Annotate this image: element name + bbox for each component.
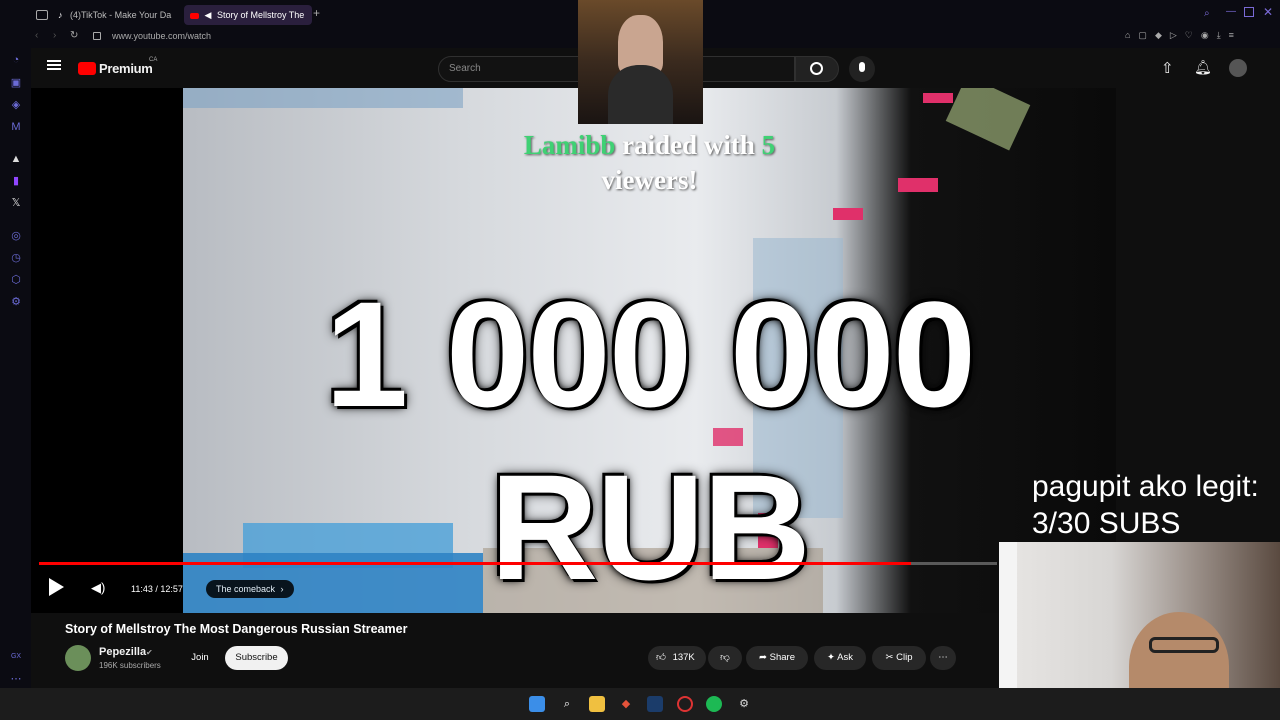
join-button[interactable]: Join [183, 646, 217, 670]
upload-icon[interactable]: ⇧ [1161, 59, 1174, 77]
raid-count: 5 [761, 130, 776, 160]
maximize-icon[interactable] [1244, 7, 1254, 17]
video-player[interactable]: Lamibb raided with 5 viewers! 1 000 000 … [31, 88, 1116, 613]
toolbar-icons[interactable]: ⌂▢◆▷♡◉⤓≡ [1125, 30, 1242, 41]
search-button[interactable] [795, 56, 839, 82]
tab-tiktok[interactable]: ♪ (4)TikTok - Make Your Da [58, 5, 176, 25]
sidebar-gx-icon[interactable]: GX [9, 650, 23, 664]
windows-start-icon[interactable] [529, 696, 545, 712]
sidebar-cube-icon[interactable]: ⬡ [9, 273, 23, 287]
minimize-icon[interactable]: — [1226, 6, 1236, 17]
youtube-logo-icon[interactable] [78, 62, 96, 75]
chevron-right-icon: › [280, 584, 284, 594]
sidebar-settings-icon[interactable]: ⚙ [9, 295, 23, 309]
sidebar-x-icon[interactable]: 𝕏 [9, 196, 23, 210]
brave-icon[interactable]: ◆ [618, 696, 634, 712]
more-actions-button[interactable]: ⋯ [930, 646, 956, 670]
voice-search-button[interactable] [849, 56, 875, 82]
chapter-label: The comeback [216, 584, 276, 594]
thumbs-up-icon: 👍︎ [656, 652, 666, 663]
sidebar-m-icon[interactable]: M [9, 120, 23, 134]
raid-text-2: viewers! [601, 165, 698, 195]
subscriber-count: 196K subscribers [99, 661, 161, 670]
tab-youtube[interactable]: ◀ Story of Mellstroy The [184, 5, 312, 25]
join-label: Join [191, 652, 209, 663]
reload-icon[interactable]: ↻ [70, 30, 78, 41]
search-placeholder: Search [449, 63, 481, 74]
stream-overlay-text: pagupit ako legit: 3/30 SUBS [1032, 468, 1259, 542]
opera-sidebar: ◔ ▣ ◈ M ▲ ▮ 𝕏 ◎ ◷ ⬡ ⚙ GX ⋯ [0, 0, 31, 692]
tab-label: (4)TikTok - Make Your Da [70, 10, 172, 20]
taskbar: ⌕ ◆ ⚙ [0, 688, 1280, 720]
video-frame: Lamibb raided with 5 viewers! 1 000 000 … [183, 88, 1116, 613]
search-icon [810, 62, 823, 75]
verified-icon: ✔ [146, 648, 153, 657]
play-button[interactable] [49, 578, 64, 596]
file-explorer-icon[interactable] [589, 696, 605, 712]
sidebar-bag-icon[interactable]: ▣ [9, 76, 23, 90]
opera-gx-icon[interactable] [677, 696, 693, 712]
tab-label: Story of Mellstroy The [216, 10, 305, 20]
back-icon[interactable]: ‹ [35, 30, 38, 41]
channel-name[interactable]: Pepezilla [99, 646, 146, 658]
hamburger-icon[interactable] [47, 60, 61, 70]
youtube-logo[interactable]: Premium [99, 61, 153, 76]
video-title: Story of Mellstroy The Most Dangerous Ru… [65, 622, 408, 636]
forward-icon[interactable]: › [53, 30, 56, 41]
webcam-overlay-top [578, 0, 703, 124]
youtube-icon [190, 12, 199, 19]
taskbar-search-icon[interactable]: ⌕ [559, 696, 575, 712]
steam-icon[interactable] [647, 696, 663, 712]
bell-icon[interactable]: 🔔︎ [1194, 59, 1212, 76]
settings-icon[interactable]: ⚙ [736, 696, 752, 712]
clip-button[interactable]: ✂ Clip [872, 646, 926, 670]
progress-fill [39, 562, 911, 565]
raid-alert: Lamibb raided with 5 viewers! [183, 128, 1116, 198]
raid-user: Lamibb [523, 130, 616, 160]
sidebar-aria-icon[interactable]: ▲ [9, 152, 23, 166]
sidebar-clock-icon[interactable]: ◷ [9, 251, 23, 265]
ask-button[interactable]: ✦ Ask [814, 646, 866, 670]
dislike-button[interactable]: 👎︎ [708, 646, 742, 670]
sidebar-twitch-icon[interactable]: ▮ [9, 174, 23, 188]
search-tabs-icon[interactable]: ⌕ [1204, 8, 1210, 19]
time-display: 11:43 / 12:57 [131, 584, 183, 594]
sidebar-messenger-icon[interactable]: ◈ [9, 98, 23, 112]
player-controls: ◀) 11:43 / 12:57 The comeback › [31, 560, 1000, 612]
scissors-icon: ✂ [885, 652, 894, 663]
share-button[interactable]: ➦ Share [746, 646, 808, 670]
sparkle-icon: ✦ [827, 652, 835, 663]
spotify-icon[interactable] [706, 696, 722, 712]
like-count: 137K [672, 652, 695, 663]
share-icon: ➦ [759, 652, 767, 663]
clip-label: Clip [896, 652, 913, 663]
overlay-line1: pagupit ako legit: [1032, 470, 1259, 503]
channel-avatar[interactable] [65, 645, 91, 671]
raid-text-1: raided with [622, 130, 755, 160]
sidebar-more-icon[interactable]: ⋯ [9, 672, 23, 686]
more-icon: ⋯ [938, 652, 948, 663]
chapter-button[interactable]: The comeback › [206, 580, 294, 598]
speaker-icon: ◀ [204, 10, 212, 20]
new-tab-button[interactable]: + [313, 6, 320, 20]
progress-bar[interactable] [39, 562, 997, 565]
avatar[interactable] [1229, 59, 1247, 77]
lock-icon [93, 32, 101, 40]
subscribe-label: Subscribe [235, 652, 278, 663]
close-icon[interactable]: ✕ [1263, 5, 1273, 19]
share-label: Share [769, 652, 795, 663]
sidebar-history-icon[interactable]: ◔ [9, 53, 23, 67]
subscribe-button[interactable]: Subscribe [225, 646, 288, 670]
tiktok-icon: ♪ [58, 10, 63, 20]
tab-overview-icon[interactable] [36, 10, 48, 20]
url-field[interactable]: www.youtube.com/watch [112, 31, 211, 41]
mic-icon [859, 62, 865, 72]
like-button[interactable]: 👍︎ 137K [648, 646, 706, 670]
volume-icon[interactable]: ◀) [91, 580, 105, 596]
sidebar-player-icon[interactable]: ◎ [9, 229, 23, 243]
overlay-line2: 3/30 SUBS [1032, 507, 1181, 540]
thumbs-down-icon: 👎︎ [720, 652, 730, 663]
logo-region: CA [149, 57, 158, 63]
ask-label: Ask [837, 652, 853, 663]
